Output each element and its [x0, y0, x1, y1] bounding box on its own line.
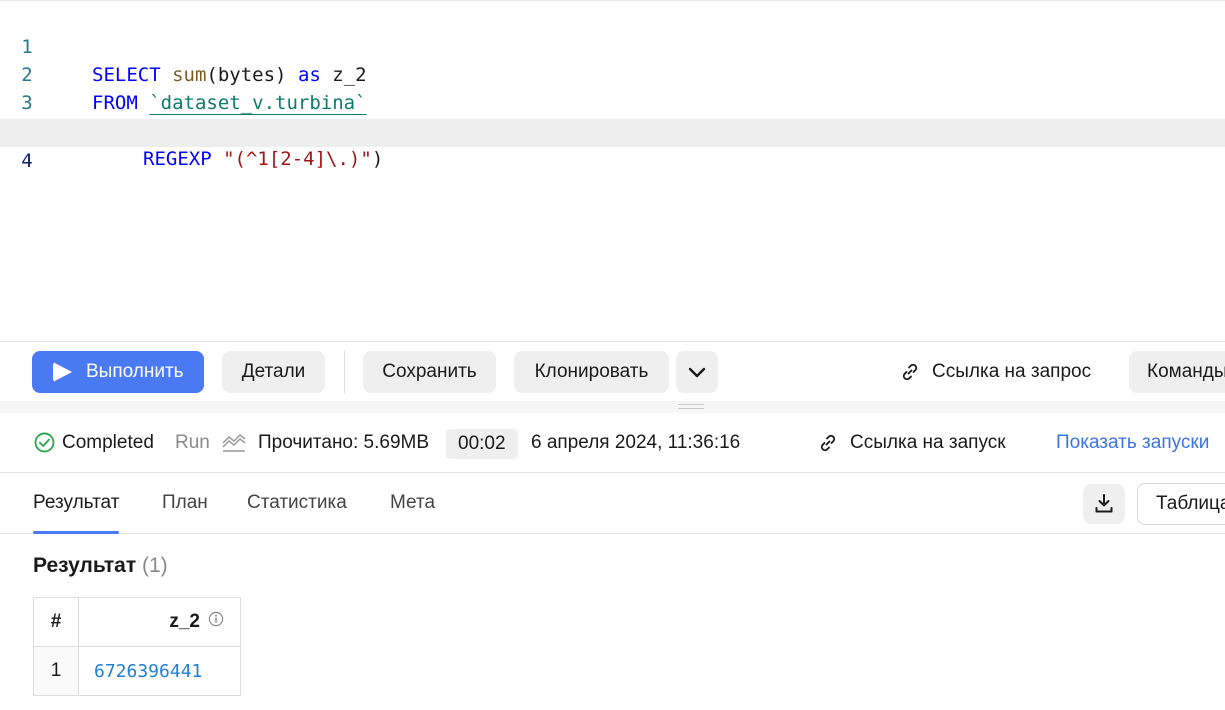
link-icon: [902, 363, 918, 381]
duration-badge: 00:02: [446, 429, 518, 459]
code-token: ): [371, 148, 384, 170]
more-options-button[interactable]: [676, 351, 718, 393]
stats-wave-icon: [222, 433, 246, 452]
clone-button[interactable]: Клонировать: [514, 351, 669, 393]
code-line-3[interactable]: 3 WHERE (src REGEXP "(^12\.)" or src REG…: [0, 61, 1225, 142]
code-text[interactable]: REGEXP "(^1[2-4]\.)"): [143, 145, 383, 173]
result-count: (1): [141, 554, 168, 577]
code-line-1[interactable]: 1 SELECT sum(bytes) as z_2: [0, 5, 1225, 86]
query-link-label: Ссылка на запрос: [932, 361, 1092, 382]
run-link-label: Ссылка на запуск: [850, 432, 1006, 453]
tab-plan[interactable]: План: [162, 474, 208, 534]
run-datetime: 6 апреля 2024, 11:36:16: [531, 432, 741, 453]
resize-handle[interactable]: [678, 404, 704, 412]
code-token: REGEXP: [143, 148, 212, 170]
result-title: Результат: [33, 554, 137, 577]
column-header-index: #: [33, 597, 79, 647]
chevron-down-icon: [688, 367, 706, 378]
show-runs-link[interactable]: Показать запуски: [1056, 413, 1209, 473]
table-row: 1 6726396441: [33, 646, 241, 696]
column-header-label: z_2: [169, 611, 200, 632]
result-tabs: Результат План Статистика Мета Таблица: [0, 474, 1225, 534]
tab-meta[interactable]: Мета: [390, 474, 435, 534]
link-icon: [820, 434, 836, 452]
table-header-row: # z_2: [33, 597, 241, 647]
status-text: Completed: [62, 432, 154, 453]
save-button[interactable]: Сохранить: [363, 351, 496, 393]
code-token: "(^1[2-4]\.)": [223, 148, 372, 170]
run-button[interactable]: Выполнить: [32, 351, 204, 393]
code-line-3-wrap[interactable]: REGEXP "(^1[2-4]\.)"): [0, 89, 1225, 170]
download-button[interactable]: [1083, 484, 1125, 524]
cell-z2[interactable]: 6726396441: [78, 646, 241, 696]
view-mode-select[interactable]: Таблица: [1137, 483, 1225, 525]
column-header-z2[interactable]: z_2: [78, 597, 241, 647]
code-line-4-active[interactable]: 4: [0, 119, 1225, 172]
toolbar-divider: [344, 351, 345, 393]
tab-statistics[interactable]: Статистика: [247, 474, 347, 534]
result-table: # z_2 1 6726396441: [33, 597, 241, 696]
query-editor[interactable]: 1 SELECT sum(bytes) as z_2 2 FROM `datas…: [0, 0, 1225, 342]
query-link-button[interactable]: Ссылка на запрос: [900, 351, 1110, 393]
panel-resize-area: [0, 401, 1225, 413]
run-link-button[interactable]: Ссылка на запуск: [818, 422, 1018, 464]
commands-button[interactable]: Команды: [1129, 351, 1225, 393]
editor-top-border: [0, 0, 1225, 4]
check-circle-icon: [34, 432, 55, 453]
info-icon[interactable]: [208, 611, 224, 633]
line-number: 4: [21, 150, 33, 172]
result-heading: Результат (1): [33, 554, 168, 578]
code-line-2[interactable]: 2 FROM `dataset_v.turbina`: [0, 33, 1225, 114]
tab-result[interactable]: Результат: [33, 474, 120, 534]
run-status-bar: Completed Run Прочитано: 5.69MB 00:02 6 …: [0, 413, 1225, 473]
bytes-read: Прочитано: 5.69MB: [258, 432, 430, 453]
details-button[interactable]: Детали: [222, 351, 325, 393]
query-toolbar: Выполнить Детали Сохранить Клонировать С…: [0, 343, 1225, 401]
run-button-label: Выполнить: [86, 361, 184, 382]
row-index: 1: [33, 646, 79, 696]
run-type-label: Run: [175, 432, 210, 453]
play-icon: [53, 362, 72, 382]
download-icon: [1095, 494, 1113, 513]
